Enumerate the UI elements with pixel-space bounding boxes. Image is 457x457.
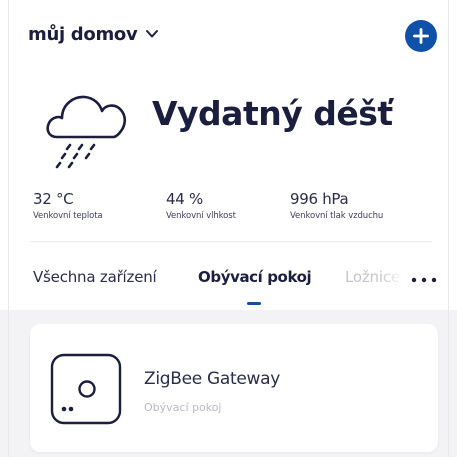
- active-tab-indicator: [247, 302, 261, 305]
- outdoor-pressure: 996 hPa Venkovní tlak vzduchu: [290, 190, 383, 221]
- weather-condition: Vydatný déšť: [152, 94, 393, 133]
- outdoor-humidity: 44 % Venkovní vlhkost: [166, 190, 236, 221]
- home-selector[interactable]: můj domov: [28, 18, 159, 50]
- room-tabs: Všechna zařízení Obývací pokoj Ložnice: [0, 262, 457, 308]
- stat-label: Venkovní vlhkost: [166, 211, 236, 221]
- outdoor-temperature: 32 °C Venkovní teplota: [33, 190, 103, 221]
- tab-living-room[interactable]: Obývací pokoj: [198, 268, 312, 286]
- app-screen: můj domov Vydatný déšť 32 °C Venkovní te…: [0, 0, 457, 457]
- gateway-icon: [50, 353, 122, 425]
- more-horizontal-icon: [411, 277, 437, 283]
- device-name: ZigBee Gateway: [144, 369, 281, 389]
- stat-label: Venkovní tlak vzduchu: [290, 211, 384, 221]
- stat-value: 32 °C: [33, 190, 74, 208]
- stat-value: 44 %: [166, 190, 203, 208]
- cloud-rain-icon: [46, 95, 127, 169]
- weather-divider: [30, 241, 432, 242]
- chevron-down-icon: [146, 30, 159, 38]
- more-tabs-button[interactable]: [410, 270, 438, 290]
- device-card[interactable]: ZigBee Gateway Obývací pokoj: [30, 324, 438, 452]
- device-room: Obývací pokoj: [144, 401, 222, 414]
- add-button[interactable]: [405, 20, 437, 52]
- tab-all-devices[interactable]: Všechna zařízení: [33, 268, 157, 286]
- stat-label: Venkovní teplota: [33, 211, 103, 221]
- plus-icon: [413, 28, 429, 44]
- right-edge-divider: [448, 0, 449, 457]
- home-title: můj domov: [28, 23, 138, 45]
- left-edge-divider: [8, 0, 9, 457]
- stat-value: 996 hPa: [290, 190, 349, 208]
- tabs-fade-overlay: [380, 262, 412, 302]
